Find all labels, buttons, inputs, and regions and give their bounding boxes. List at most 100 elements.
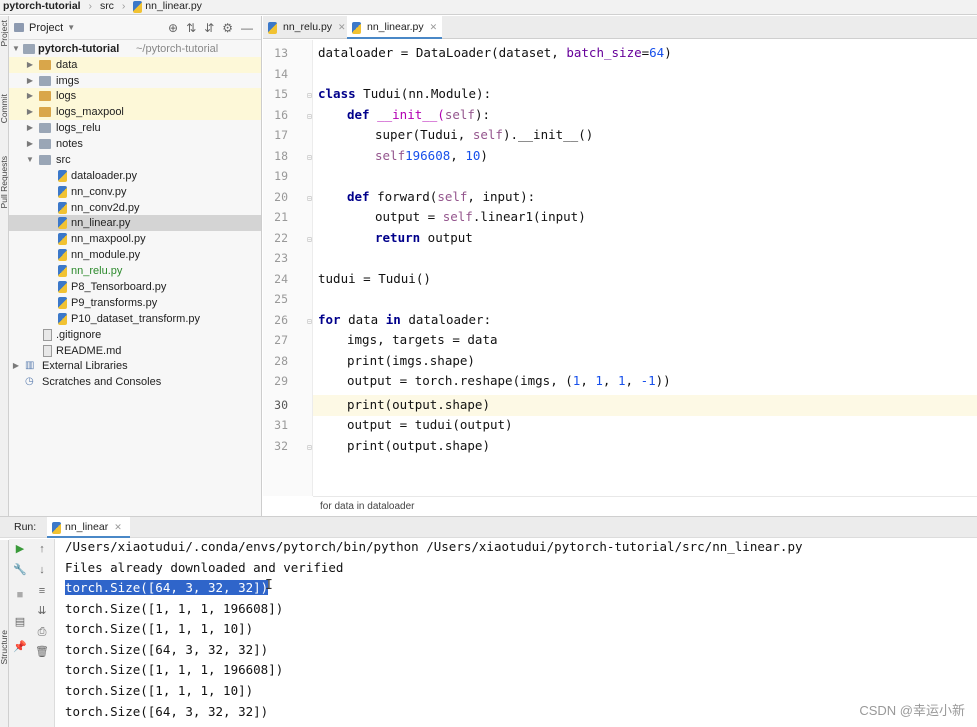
rerun-icon[interactable]: ▶ <box>12 541 28 557</box>
trash-icon[interactable]: 🗑 <box>34 644 50 660</box>
chevron-right-icon[interactable]: ▶ <box>25 120 35 136</box>
scroll-to-end-icon[interactable]: ⇊ <box>34 603 50 619</box>
tree-item-imgs[interactable]: ▶ imgs <box>9 73 261 89</box>
code-line-21: output = self.linear1(input) <box>375 207 586 228</box>
gear-icon[interactable]: ⚙ <box>222 21 233 35</box>
editor-tab-nn-linear[interactable]: nn_linear.py ✕ <box>347 16 442 39</box>
chevron-down-icon[interactable]: ▼ <box>11 41 21 57</box>
chevron-right-icon[interactable]: ▶ <box>25 57 35 73</box>
code-line-29: output = torch.reshape(imgs, (1, 1, 1, -… <box>347 371 671 392</box>
tree-item-p10-dataset-transform-py[interactable]: P10_dataset_transform.py <box>9 311 261 327</box>
arrow-up-icon[interactable]: ↑ <box>34 541 50 557</box>
layout-icon[interactable]: ▤ <box>12 614 28 630</box>
pull-requests-tool-tab[interactable]: Pull Requests <box>0 156 8 208</box>
tree-item-logs[interactable]: ▶ logs <box>9 88 261 104</box>
run-tab-nn-linear[interactable]: nn_linear ✕ <box>47 517 130 538</box>
chevron-right-icon[interactable]: ▶ <box>25 136 35 152</box>
left-tool-window-strip: Project Commit Pull Requests <box>0 16 9 518</box>
soft-wrap-icon[interactable]: ≡ <box>34 583 50 599</box>
code-editor[interactable]: 13 14 15 16 17 18 19 20 21 22 23 24 25 2… <box>263 40 977 516</box>
fold-marker-icon[interactable]: ⊟ <box>307 194 312 203</box>
arrow-down-icon[interactable]: ↓ <box>34 562 50 578</box>
code-keyword: return <box>375 230 421 245</box>
code-text: , <box>625 373 641 388</box>
close-icon[interactable]: ✕ <box>114 522 122 532</box>
breadcrumb-project[interactable]: pytorch-tutorial <box>0 0 81 13</box>
code-keyword: in <box>385 312 401 327</box>
fold-marker-icon[interactable]: ⊟ <box>307 91 312 100</box>
fold-marker-icon[interactable]: ⊟ <box>307 443 312 452</box>
code-text: Tudui(nn.Module): <box>355 86 492 101</box>
console-line-selected: torch.Size([64, 3, 32, 32]) <box>65 578 269 599</box>
tree-item-project-root[interactable]: ▼ pytorch-tutorial ~/pytorch-tutorial <box>9 41 261 57</box>
tree-item-data[interactable]: ▶ data <box>9 57 261 73</box>
python-file-icon <box>58 265 67 277</box>
line-number: 29 <box>274 374 288 388</box>
tree-item-nn-relu-py[interactable]: nn_relu.py <box>9 263 261 279</box>
collapse-all-icon[interactable]: ⇵ <box>204 21 214 35</box>
tree-item-nn-maxpool-py[interactable]: nn_maxpool.py <box>9 231 261 247</box>
tree-item-notes[interactable]: ▶ notes <box>9 136 261 152</box>
tree-item-logs-maxpool[interactable]: ▶ logs_maxpool <box>9 104 261 120</box>
wrench-icon[interactable]: 🔧 <box>12 562 28 578</box>
commit-tool-tab[interactable]: Commit <box>0 94 8 123</box>
tree-item-p8-tensorboard-py[interactable]: P8_Tensorboard.py <box>9 279 261 295</box>
tree-item-nn-linear-py[interactable]: nn_linear.py <box>9 215 261 231</box>
editor-tab-nn-relu[interactable]: nn_relu.py ✕ <box>263 16 346 39</box>
project-panel-title[interactable]: Project <box>29 22 63 34</box>
print-icon[interactable]: ⎙ <box>34 624 50 640</box>
pin-icon[interactable]: 📌 <box>12 639 28 655</box>
structure-tool-tab[interactable]: Structure <box>0 630 8 665</box>
tree-item-nn-conv2d-py[interactable]: nn_conv2d.py <box>9 200 261 216</box>
chevron-right-icon[interactable]: ▶ <box>25 104 35 120</box>
chevron-down-icon[interactable]: ▼ <box>25 152 35 168</box>
tree-item-dataloader-py[interactable]: dataloader.py <box>9 168 261 184</box>
breadcrumb-file[interactable]: nn_linear.py <box>133 0 202 13</box>
close-icon[interactable]: ✕ <box>430 22 438 32</box>
expand-all-icon[interactable]: ⇅ <box>186 21 196 35</box>
tree-item-scratches[interactable]: ◷ Scratches and Consoles <box>9 374 261 390</box>
python-file-icon <box>58 202 67 214</box>
chevron-right-icon[interactable]: ▶ <box>11 358 21 374</box>
locate-file-icon[interactable]: ⊕ <box>168 21 178 35</box>
tree-item-label: src <box>56 154 71 166</box>
line-number: 27 <box>274 333 288 347</box>
code-text: , <box>450 148 466 163</box>
tree-item-src[interactable]: ▼ src <box>9 152 261 168</box>
breadcrumb-folder[interactable]: src <box>100 0 114 13</box>
fold-marker-icon[interactable]: ⊟ <box>307 317 312 326</box>
tree-item-logs-relu[interactable]: ▶ logs_relu <box>9 120 261 136</box>
chevron-right-icon[interactable]: ▶ <box>25 73 35 89</box>
tree-item-nn-conv-py[interactable]: nn_conv.py <box>9 184 261 200</box>
editor-structure-breadcrumb[interactable]: for data in dataloader <box>313 496 977 516</box>
tree-item-gitignore[interactable]: .gitignore <box>9 327 261 343</box>
file-icon <box>43 329 52 341</box>
fold-marker-icon[interactable]: ⊟ <box>307 112 312 121</box>
chevron-down-icon[interactable]: ▼ <box>67 23 75 32</box>
project-tool-tab[interactable]: Project <box>0 20 8 46</box>
fold-marker-icon[interactable]: ⊟ <box>307 235 312 244</box>
code-line-31: output = tudui(output) <box>347 417 513 432</box>
fold-marker-icon[interactable]: ⊟ <box>307 153 312 162</box>
tree-item-nn-module-py[interactable]: nn_module.py <box>9 247 261 263</box>
code-keyword: for <box>318 312 341 327</box>
code-number: -1 <box>640 373 656 388</box>
line-number: 18 <box>274 149 288 163</box>
tree-item-readme[interactable]: README.md <box>9 343 261 359</box>
tree-item-label: nn_maxpool.py <box>71 233 146 245</box>
code-line-24: tudui = Tudui() <box>318 271 431 286</box>
console-output[interactable]: /Users/xiaotudui/.conda/envs/pytorch/bin… <box>56 539 977 727</box>
tree-item-label: notes <box>56 138 83 150</box>
line-number: 13 <box>274 46 288 60</box>
hide-panel-icon[interactable]: — <box>241 21 253 35</box>
tree-item-label: P8_Tensorboard.py <box>71 281 167 293</box>
folder-icon <box>39 91 51 101</box>
stop-icon[interactable]: ■ <box>12 587 28 603</box>
code-line-18: self196608, 10) <box>375 146 488 167</box>
code-keyword: def <box>347 189 370 204</box>
tree-item-label: nn_linear.py <box>71 217 131 229</box>
close-icon[interactable]: ✕ <box>338 22 346 32</box>
tree-item-p9-transforms-py[interactable]: P9_transforms.py <box>9 295 261 311</box>
tree-item-external-libraries[interactable]: ▶ ▥ External Libraries <box>9 358 261 374</box>
chevron-right-icon[interactable]: ▶ <box>25 88 35 104</box>
